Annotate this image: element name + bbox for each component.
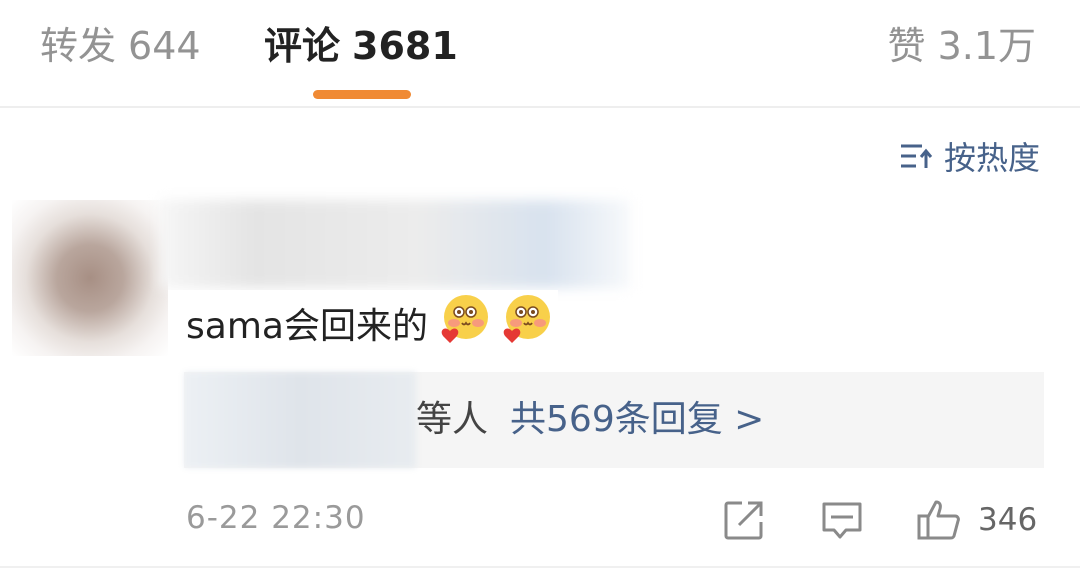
comment-icon — [822, 502, 862, 539]
tab-comments[interactable]: 评论 3681 — [264, 22, 458, 70]
reply-names-blurred — [184, 372, 416, 468]
tab-count: 3.1万 — [937, 24, 1036, 68]
tab-label: 转发 — [40, 24, 117, 68]
tab-bar: 转发 644 评论 3681 赞 3.1万 — [0, 0, 1080, 108]
tab-label: 赞 — [887, 24, 926, 68]
tab-reposts[interactable]: 转发 644 — [40, 22, 201, 70]
tab-count: 3681 — [352, 24, 458, 68]
comment-text: sama会回来的 — [168, 290, 558, 356]
like-count: 346 — [978, 502, 1038, 538]
comment-footer: 6-22 22:30 346 — [0, 490, 1080, 550]
sort-by-hot-button[interactable]: 按热度 — [900, 134, 1040, 178]
sort-icon — [900, 144, 933, 168]
timestamp: 6-22 22:30 — [186, 500, 366, 536]
view-replies-link[interactable]: 共569条回复 > — [510, 399, 764, 440]
replies-preview[interactable]: 等人 共569条回复 > — [184, 372, 1044, 468]
reply-names-suffix: 等人 — [416, 399, 489, 440]
like-icon — [917, 500, 960, 540]
reply-summary: 等人 共569条回复 > — [416, 398, 764, 442]
love-blush-emoji — [500, 293, 552, 354]
sort-label: 按热度 — [943, 139, 1040, 177]
like-button[interactable]: 346 — [916, 498, 1037, 542]
share-icon — [724, 501, 763, 540]
love-blush-emoji — [438, 293, 490, 354]
tab-count: 644 — [128, 24, 201, 68]
tab-label: 评论 — [264, 24, 341, 68]
divider — [0, 566, 1080, 568]
username-blurred[interactable] — [160, 200, 630, 288]
comment-body: sama会回来的 — [186, 306, 428, 347]
active-tab-indicator — [313, 90, 411, 99]
tab-likes[interactable]: 赞 3.1万 — [888, 22, 1036, 70]
comment-button[interactable] — [820, 498, 864, 542]
share-button[interactable] — [722, 498, 766, 542]
avatar[interactable] — [12, 200, 168, 356]
